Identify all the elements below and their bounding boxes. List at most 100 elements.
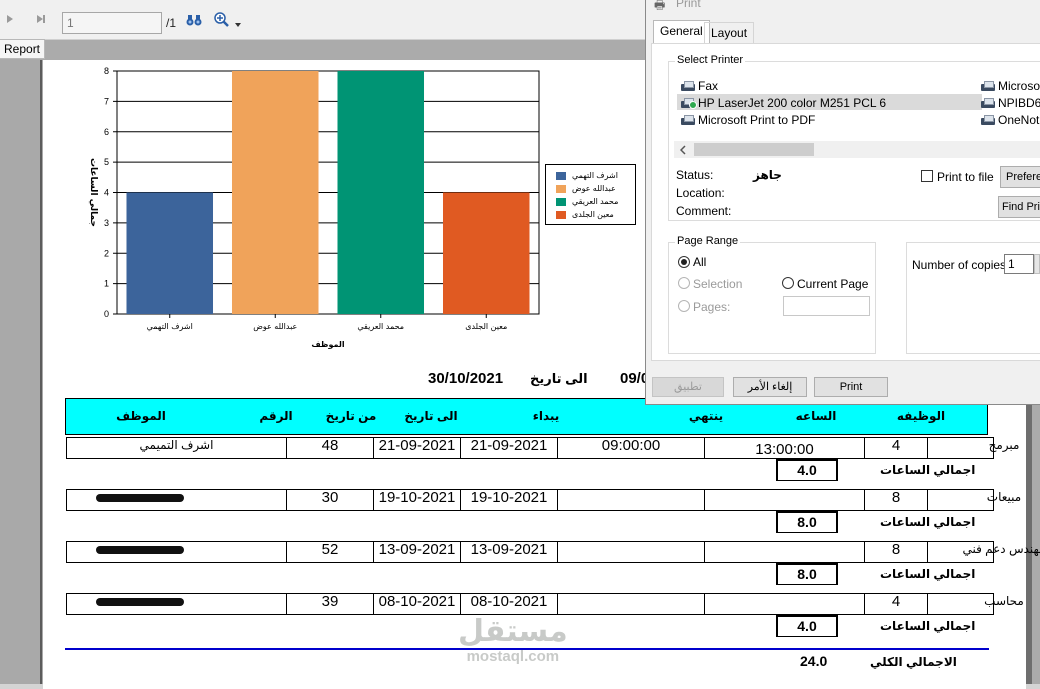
- range-current-page-radio[interactable]: [782, 277, 794, 289]
- page-range-label: Page Range: [675, 235, 741, 247]
- legend-label: معين الجلدى: [572, 210, 614, 219]
- printer-title-icon: 🖶: [654, 0, 666, 12]
- legend-label: عبدالله عوض: [572, 184, 616, 193]
- header-starts: يبداء: [532, 409, 560, 423]
- legend-swatch: [556, 210, 566, 219]
- x-axis-label: الموظف: [311, 340, 344, 349]
- bar-4: [442, 192, 530, 314]
- tab-general[interactable]: General: [653, 20, 710, 44]
- printer-name: HP LaserJet 200 color M251 PCL 6: [698, 96, 887, 110]
- default-check-icon: [689, 101, 697, 109]
- legend-swatch: [556, 184, 566, 193]
- bar-1: [126, 192, 214, 314]
- printer-icon: [681, 114, 695, 126]
- cell-number: 39: [286, 594, 373, 614]
- table-row: 52 13-09-2021 13-09-2021 8 مهندس دعم فني: [66, 541, 1040, 563]
- legend-swatch: [556, 171, 566, 180]
- to-date-label: الى تاريخ: [530, 371, 588, 386]
- cell-number: 52: [286, 542, 373, 562]
- cell-ends: [704, 542, 864, 562]
- cell-to-date: 21-09-2021: [460, 438, 557, 458]
- copies-label: Number of copies:: [912, 258, 1010, 272]
- header-from-date: من تاريخ: [325, 409, 377, 423]
- printer-microsoft[interactable]: Microso: [981, 79, 1040, 93]
- x-tick-label: محمد العريقي: [357, 322, 404, 331]
- pages-input[interactable]: [783, 296, 870, 316]
- printer-npibd6i[interactable]: NPIBD6I: [981, 96, 1040, 110]
- print-button[interactable]: Print: [814, 377, 888, 397]
- cell-hours: 8: [864, 542, 927, 562]
- cell-number: 48: [286, 438, 373, 458]
- y-tick-label: 4: [104, 188, 109, 198]
- cell-starts: [557, 542, 704, 562]
- cancel-button[interactable]: إلغاء الأمر: [733, 377, 807, 397]
- bar-3: [337, 71, 425, 314]
- grand-total-value: 24.0: [800, 653, 828, 669]
- range-selection-radio[interactable]: [678, 277, 690, 289]
- cell-job: محاسب: [927, 594, 1040, 614]
- cell-to-date: 13-09-2021: [460, 542, 557, 562]
- printer-name: Microso: [998, 79, 1040, 93]
- bar-2: [231, 71, 319, 314]
- range-selection-label: Selection: [693, 277, 743, 291]
- cell-hours: 4: [864, 594, 927, 614]
- cell-ends: [704, 490, 864, 510]
- header-to-date: الى تاريخ: [404, 409, 458, 423]
- legend-entry: اشرف التهمي: [556, 169, 635, 182]
- legend-entry: عبدالله عوض: [556, 182, 635, 195]
- cell-from-date: 13-09-2021: [373, 542, 460, 562]
- cell-ends: 13:00:00: [704, 438, 864, 458]
- print-to-file-label: Print to file: [937, 170, 994, 184]
- row-total-label: اجمالي الساعات: [880, 463, 976, 477]
- cell-from-date: 21-09-2021: [373, 438, 460, 458]
- printer-hp-laserjet[interactable]: HP LaserJet 200 color M251 PCL 6: [681, 96, 886, 110]
- to-date-value: 30/10/2021: [428, 370, 504, 387]
- cell-ends: [704, 594, 864, 614]
- y-tick-label: 8: [104, 66, 109, 76]
- header-job: الوظيفه: [896, 409, 946, 423]
- cell-number: 30: [286, 490, 373, 510]
- apply-button[interactable]: تطبيق: [652, 377, 724, 397]
- cell-hours: 8: [864, 490, 927, 510]
- range-all-radio[interactable]: [678, 256, 690, 268]
- header-employee: الموظف: [116, 409, 166, 423]
- print-to-file-checkbox[interactable]: [921, 170, 933, 182]
- cell-from-date: 19-10-2021: [373, 490, 460, 510]
- cell-job: مبيعات: [927, 490, 1040, 510]
- chevron-left-icon[interactable]: [679, 144, 686, 158]
- cell-from-date: 08-10-2021: [373, 594, 460, 614]
- scrollbar-thumb[interactable]: [694, 143, 814, 156]
- table-row: 30 19-10-2021 19-10-2021 8 مبيعات: [66, 489, 1021, 511]
- y-tick-label: 1: [104, 279, 109, 289]
- comment-label: Comment:: [676, 204, 732, 218]
- printer-list-scrollbar[interactable]: [674, 141, 1040, 158]
- y-tick-label: 2: [104, 248, 109, 258]
- redaction-scribble: [96, 546, 184, 554]
- location-label: Location:: [676, 186, 725, 200]
- copies-stepper[interactable]: [1034, 254, 1040, 274]
- row-total-value: 4.0: [776, 459, 838, 481]
- find-printer-button[interactable]: Find Pri: [998, 196, 1040, 218]
- printer-onenote[interactable]: OneNot: [981, 113, 1039, 127]
- printer-name: OneNot: [998, 113, 1040, 127]
- copies-input[interactable]: 1: [1004, 254, 1034, 274]
- printer-fax[interactable]: Fax: [681, 79, 718, 93]
- redaction-scribble: [96, 494, 184, 502]
- cell-employee: اشرف التميمي: [139, 438, 214, 452]
- tab-layout[interactable]: Layout: [704, 22, 755, 43]
- header-number: الرقم: [259, 409, 293, 423]
- cell-job: مهندس دعم فني: [927, 542, 1040, 562]
- y-axis-label: جمالي الساعات: [88, 158, 98, 227]
- dialog-title: Print: [676, 0, 701, 10]
- legend-entry: معين الجلدى: [556, 208, 635, 221]
- printer-name: NPIBD6I: [998, 96, 1040, 110]
- legend-entry: محمد العريقي: [556, 195, 635, 208]
- watermark-arabic: مستقل: [458, 615, 568, 648]
- y-tick-label: 7: [104, 96, 109, 106]
- row-total-value: 8.0: [776, 563, 838, 585]
- header-ends: ينتهي: [688, 409, 724, 423]
- grand-total-label: الاجمالي الكلي: [870, 655, 957, 669]
- range-pages-radio[interactable]: [678, 300, 690, 312]
- preferences-button[interactable]: Prefere: [1000, 166, 1040, 188]
- printer-ms-pdf[interactable]: Microsoft Print to PDF: [681, 113, 815, 127]
